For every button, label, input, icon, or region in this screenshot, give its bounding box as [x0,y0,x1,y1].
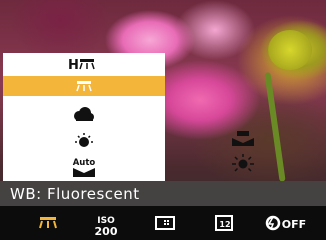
svg-text:12: 12 [219,220,230,229]
wb-option-cloudy[interactable] [3,103,165,125]
metering-setting-button[interactable] [150,212,180,234]
wb-daylight-icon [232,154,254,172]
flash-off-icon: OFF [265,215,306,231]
flash-off-text: OFF [282,218,306,231]
wb-fluorescent-h-icon: H [68,58,95,72]
wb-cloudy-icon [74,107,94,121]
settings-bar: ISO 200 12 OFF [0,206,326,240]
iso-setting-button[interactable]: ISO 200 [88,212,124,238]
wb-option-fluorescent[interactable] [3,76,165,96]
wb-auto-icon: Auto [73,158,96,177]
wb-auto-text: Auto [73,158,96,168]
wb-label: WB: Fluorescent [10,185,140,203]
status-bar: WB: Fluorescent [0,181,326,206]
quality-setting-button[interactable]: 12 [210,212,240,234]
wb-fluorescent-active-icon [39,217,57,229]
wb-option-fluorescent-h[interactable]: H [3,53,165,75]
wb-custom-icon [232,131,254,146]
iso-bottom-text: 200 [95,225,118,238]
white-balance-menu: H Auto [3,53,165,181]
wb-option-daylight[interactable] [228,153,258,175]
wb-option-custom[interactable] [228,128,258,148]
wb-option-incandescent[interactable] [3,131,165,153]
wb-option-auto[interactable]: Auto [3,155,165,179]
wb-setting-button[interactable] [30,212,66,234]
metering-icon [155,216,175,230]
camera-screen: H Auto WB: Fluorescent ISO 200 12 OFF [0,0,326,240]
wb-fluorescent-h-letter: H [68,58,79,72]
flash-setting-button[interactable]: OFF [264,212,312,234]
wb-incandescent-icon [75,133,93,147]
flower-head [268,30,312,70]
image-quality-icon: 12 [215,215,233,231]
iso-icon: ISO 200 [95,216,118,238]
wb-fluorescent-l-icon [76,81,92,92]
